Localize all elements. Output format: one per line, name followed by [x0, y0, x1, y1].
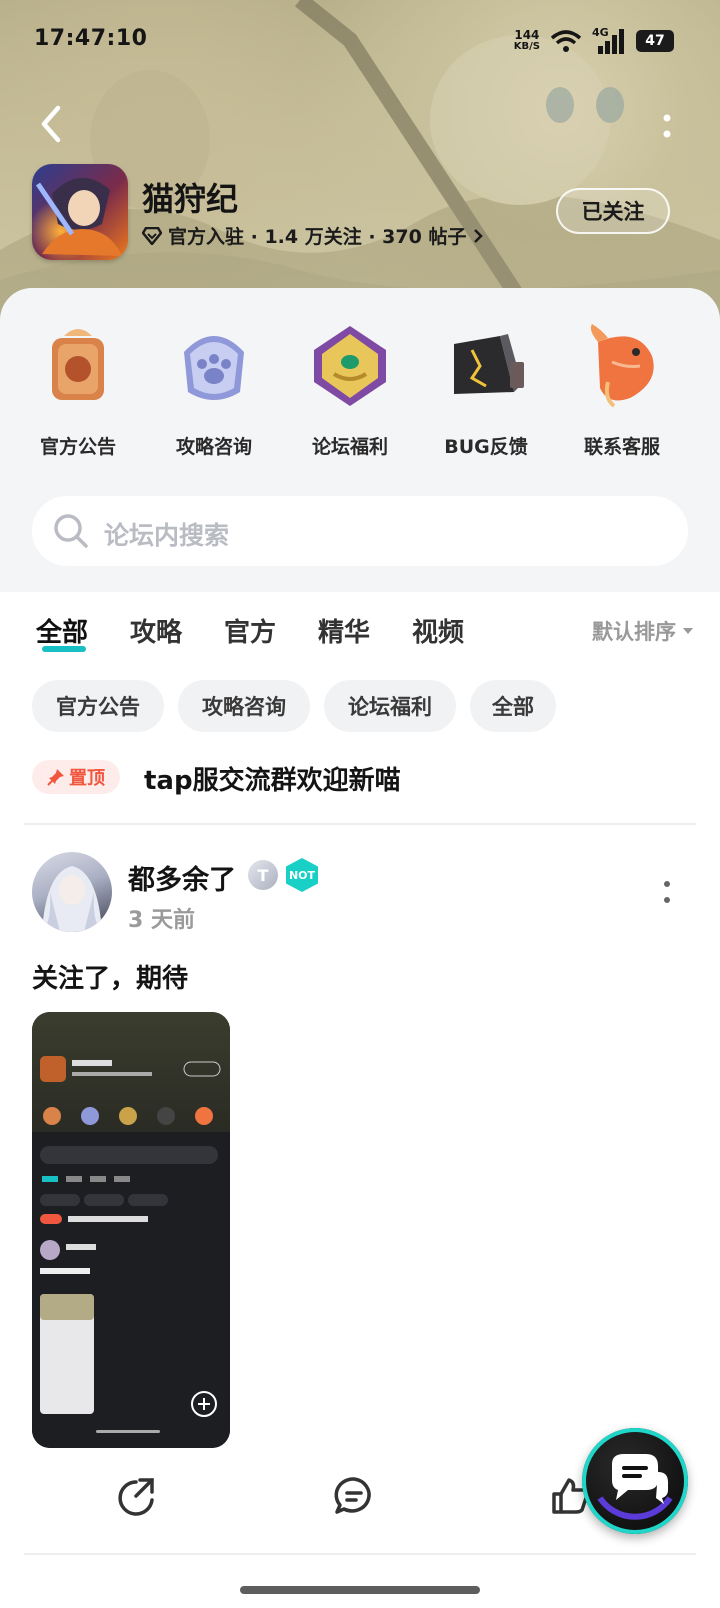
- announcement-seal-icon: [52, 329, 104, 400]
- quick-link-customer-service[interactable]: 联系客服: [562, 322, 682, 459]
- hexagon-badge-icon: NOT: [286, 858, 318, 892]
- sort-dropdown[interactable]: 默认排序: [592, 616, 694, 646]
- level-badge: T: [248, 860, 278, 890]
- cellular-signal-icon: 4G: [592, 26, 626, 54]
- quick-link-label: 攻略咨询: [175, 436, 252, 458]
- signal-bars-icon: [598, 29, 624, 54]
- sort-label: 默认排序: [592, 620, 676, 644]
- verified-diamond-icon: [142, 226, 162, 245]
- quick-link-label: BUG反馈: [444, 436, 528, 458]
- game-app-icon: [32, 164, 128, 260]
- pinned-badge: 置顶: [32, 760, 120, 794]
- divider: [24, 1553, 696, 1555]
- comment-icon[interactable]: [332, 1474, 376, 1518]
- home-indicator[interactable]: [240, 1586, 480, 1594]
- chip-benefits[interactable]: 论坛福利: [324, 680, 456, 732]
- post-image[interactable]: [32, 1012, 230, 1448]
- follow-button[interactable]: 已关注: [556, 188, 670, 234]
- game-meta-text: 官方入驻 · 1.4 万关注 · 370 帖子: [168, 226, 467, 248]
- active-tab-indicator: [42, 646, 86, 652]
- quick-link-announcements[interactable]: 官方公告: [18, 322, 138, 459]
- pinned-post[interactable]: 置顶 tap服交流群欢迎新喵: [32, 760, 688, 820]
- more-options-icon[interactable]: [658, 112, 676, 142]
- chip-all[interactable]: 全部: [470, 680, 556, 732]
- search-placeholder: 论坛内搜索: [104, 521, 230, 550]
- status-time: 17:47:10: [34, 26, 148, 51]
- network-speed-unit: KB/S: [513, 41, 540, 52]
- paw-badge-icon: [184, 336, 244, 400]
- battery-icon: 47: [636, 30, 674, 52]
- quick-link-guides[interactable]: 攻略咨询: [154, 322, 274, 459]
- game-meta[interactable]: 官方入驻 · 1.4 万关注 · 370 帖子: [142, 222, 484, 249]
- forum-search-box[interactable]: 论坛内搜索: [32, 496, 688, 566]
- quick-link-label: 论坛福利: [311, 436, 388, 458]
- tab-featured[interactable]: 精华: [318, 612, 370, 649]
- share-icon[interactable]: [116, 1474, 160, 1518]
- jade-medal-icon: [314, 326, 386, 406]
- cracked-crystal-icon: [454, 334, 524, 394]
- caret-down-icon: [683, 628, 693, 634]
- chip-guides[interactable]: 攻略咨询: [178, 680, 310, 732]
- pin-icon: [47, 769, 64, 786]
- tab-guides[interactable]: 攻略: [130, 612, 182, 649]
- divider: [24, 823, 696, 825]
- post-more-options-icon[interactable]: [660, 878, 674, 908]
- chip-announcements[interactable]: 官方公告: [32, 680, 164, 732]
- game-character-icon: [35, 177, 122, 256]
- tab-official[interactable]: 官方: [224, 612, 276, 649]
- chevron-right-icon: [474, 228, 484, 243]
- quick-link-bug-report[interactable]: BUG反馈: [426, 322, 546, 459]
- chat-bubble-icon: [597, 1454, 673, 1520]
- post-text: 关注了，期待: [32, 964, 189, 994]
- quick-link-benefits[interactable]: 论坛福利: [290, 322, 410, 459]
- post-image-content: [32, 1056, 230, 1448]
- status-bar: 17:47:10 144 KB/S 4G 47: [0, 20, 720, 64]
- post-time: 3 天前: [128, 908, 195, 933]
- status-icons: 144 KB/S 4G 47: [514, 26, 674, 54]
- koi-fish-icon: [590, 324, 654, 408]
- author-avatar[interactable]: [32, 852, 112, 932]
- chat-fab-button[interactable]: [582, 1428, 688, 1534]
- game-banner: 17:47:10 144 KB/S 4G 47 猫狩纪 官方入驻 · 1.4 万…: [0, 0, 720, 320]
- forum-page: 17:47:10 144 KB/S 4G 47 猫狩纪 官方入驻 · 1.4 万…: [0, 0, 720, 1608]
- game-title: 猫狩纪: [142, 180, 239, 218]
- pinned-post-title: tap服交流群欢迎新喵: [144, 766, 401, 796]
- quick-link-label: 联系客服: [583, 436, 660, 458]
- forum-tabs: 全部 攻略 官方 精华 视频 默认排序: [0, 592, 720, 662]
- wifi-icon: [550, 30, 582, 52]
- search-icon: [54, 514, 88, 548]
- network-speed: 144 KB/S: [514, 29, 540, 53]
- author-name[interactable]: 都多余了: [128, 858, 236, 897]
- network-speed-value: 144: [514, 28, 540, 42]
- avatar-image: [42, 866, 102, 932]
- quick-link-label: 官方公告: [39, 436, 116, 458]
- tab-all[interactable]: 全部: [36, 612, 88, 649]
- tab-videos[interactable]: 视频: [412, 612, 464, 649]
- pinned-badge-label: 置顶: [69, 768, 105, 789]
- forum-header-panel: 官方公告 攻略咨询 论坛福利 BUG反馈 联系客服 论坛内搜索: [0, 288, 720, 592]
- back-arrow-icon[interactable]: [36, 104, 68, 144]
